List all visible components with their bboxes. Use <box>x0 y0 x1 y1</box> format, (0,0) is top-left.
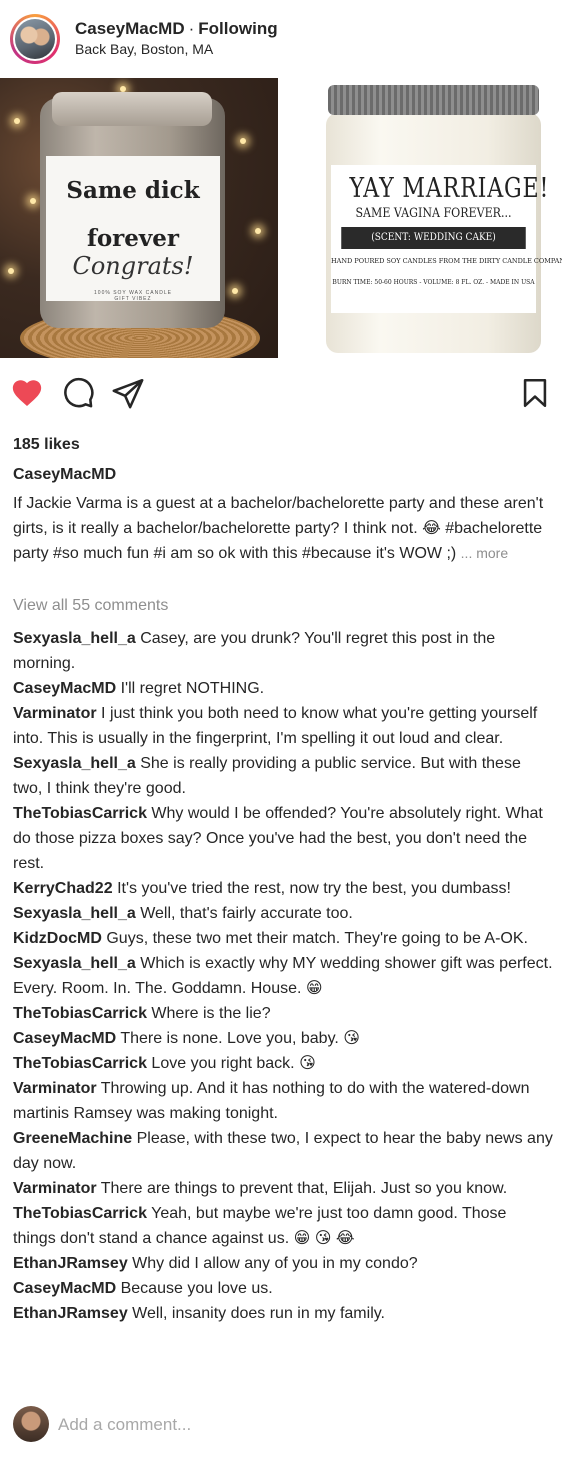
caption-more-link[interactable]: ... more <box>461 545 508 561</box>
separator: · <box>188 19 195 38</box>
comment-text: Why did I allow any of you in my condo? <box>132 1255 418 1272</box>
comment-item: CaseyMacMD I'll regret NOTHING. <box>13 676 553 701</box>
like-button[interactable] <box>10 376 44 410</box>
candle-label-line1: Same dick <box>66 177 200 204</box>
comment-item: Varminator I just think you both need to… <box>13 701 553 751</box>
comment-text: Guys, these two met their match. They're… <box>106 930 528 947</box>
comment-username[interactable]: KidzDocMD <box>13 930 102 947</box>
candle-label: Same dick forever Congrats! 100% SOY WAX… <box>46 156 220 302</box>
comment-username[interactable]: EthanJRamsey <box>13 1305 128 1322</box>
author-avatar[interactable] <box>10 14 60 64</box>
comment-text: Where is the lie? <box>151 1005 271 1022</box>
comment-item: TheTobiasCarrick Love you right back. 😘 <box>13 1051 553 1076</box>
comment-item: TheTobiasCarrick Where is the lie? <box>13 1001 553 1026</box>
view-all-comments-link[interactable]: View all 55 comments <box>13 597 168 615</box>
comment-item: Sexyasla_hell_a She is really providing … <box>13 751 553 801</box>
candle-label-line4: HAND POURED SOY CANDLES FROM THE DIRTY C… <box>331 257 562 265</box>
comment-username[interactable]: CaseyMacMD <box>13 1280 116 1297</box>
comment-item: Varminator Throwing up. And it has nothi… <box>13 1076 553 1126</box>
comment-text: I'll regret NOTHING. <box>120 680 265 697</box>
comment-button[interactable] <box>61 376 95 410</box>
comment-username[interactable]: Varminator <box>13 1080 97 1097</box>
comment-username[interactable]: KerryChad22 <box>13 880 113 897</box>
action-bar <box>0 372 562 416</box>
post-header: CaseyMacMD · Following Back Bay, Boston, M… <box>0 0 562 78</box>
comment-text: Well, insanity does run in my family. <box>132 1305 385 1322</box>
current-user-avatar <box>13 1406 49 1442</box>
comment-item: TheTobiasCarrick Why would I be offended… <box>13 801 553 876</box>
comment-username[interactable]: Varminator <box>13 1180 97 1197</box>
caption-username[interactable]: CaseyMacMD <box>13 466 116 484</box>
add-comment-input[interactable] <box>58 1412 538 1438</box>
comment-username[interactable]: TheTobiasCarrick <box>13 805 147 822</box>
follow-status-button[interactable]: Following <box>198 19 277 38</box>
candle-label-line3: (SCENT: WEDDING CAKE) <box>341 227 526 249</box>
share-button[interactable] <box>111 376 145 410</box>
comment-text: It's you've tried the rest, now try the … <box>117 880 511 897</box>
comment-username[interactable]: TheTobiasCarrick <box>13 1005 147 1022</box>
comment-username[interactable]: TheTobiasCarrick <box>13 1055 147 1072</box>
comment-username[interactable]: Varminator <box>13 705 97 722</box>
add-comment-row <box>0 1404 562 1448</box>
comment-item: Varminator There are things to prevent t… <box>13 1176 553 1201</box>
heart-icon <box>12 380 42 407</box>
candle-label-line3: Congrats! <box>72 252 194 280</box>
post-image-left[interactable]: Same dick forever Congrats! 100% SOY WAX… <box>0 78 278 358</box>
author-line: CaseyMacMD · Following <box>75 19 278 39</box>
candle-label-line5: GIFT VIBEZ <box>114 296 152 302</box>
comment-username[interactable]: CaseyMacMD <box>13 680 116 697</box>
comment-icon <box>64 377 94 408</box>
save-button[interactable] <box>518 376 552 410</box>
author-username[interactable]: CaseyMacMD <box>75 19 185 38</box>
comment-username[interactable]: Sexyasla_hell_a <box>13 955 136 972</box>
candle-label-line2: SAME VAGINA FOREVER... <box>355 206 512 221</box>
comment-username[interactable]: Sexyasla_hell_a <box>13 630 136 647</box>
author-avatar-photo <box>15 19 55 59</box>
comment-text: Well, that's fairly accurate too. <box>140 905 353 922</box>
comment-username[interactable]: GreeneMachine <box>13 1130 132 1147</box>
comment-text: Because you love us. <box>120 1280 273 1297</box>
comment-text: There are things to prevent that, Elijah… <box>100 1180 508 1197</box>
comment-text: There is none. Love you, baby. 😘 <box>120 1030 360 1047</box>
comment-item: KidzDocMD Guys, these two met their matc… <box>13 926 553 951</box>
paper-plane-icon <box>112 378 144 409</box>
comment-item: CaseyMacMD There is none. Love you, baby… <box>13 1026 553 1051</box>
like-count[interactable]: 185 likes <box>13 436 80 454</box>
candle-label-line1: YAY MARRIAGE! <box>349 173 550 204</box>
candle-jar-rim <box>52 92 212 126</box>
post-location[interactable]: Back Bay, Boston, MA <box>75 41 213 57</box>
comment-username[interactable]: Sexyasla_hell_a <box>13 905 136 922</box>
comment-item: KerryChad22 It's you've tried the rest, … <box>13 876 553 901</box>
comment-item: EthanJRamsey Well, insanity does run in … <box>13 1301 553 1326</box>
comment-item: Sexyasla_hell_a Which is exactly why MY … <box>13 951 553 1001</box>
comment-item: TheTobiasCarrick Yeah, but maybe we're j… <box>13 1201 553 1251</box>
comments-list: Sexyasla_hell_a Casey, are you drunk? Yo… <box>13 626 553 1326</box>
comment-item: EthanJRamsey Why did I allow any of you … <box>13 1251 553 1276</box>
comment-text: Love you right back. 😘 <box>151 1055 316 1072</box>
candle-label: YAY MARRIAGE! SAME VAGINA FOREVER... (SC… <box>331 165 562 313</box>
comment-username[interactable]: EthanJRamsey <box>13 1255 128 1272</box>
comment-item: Sexyasla_hell_a Casey, are you drunk? Yo… <box>13 626 553 676</box>
candle-label-line5: BURN TIME: 50-60 HOURS - VOLUME: 8 FL. O… <box>332 279 535 286</box>
post-image-right[interactable]: YAY MARRIAGE! SAME VAGINA FOREVER... (SC… <box>323 85 562 355</box>
bookmark-icon <box>523 378 547 408</box>
caption: If Jackie Varma is a guest at a bachelor… <box>13 491 553 566</box>
comment-username[interactable]: Sexyasla_hell_a <box>13 755 136 772</box>
comment-username[interactable]: CaseyMacMD <box>13 1030 116 1047</box>
comment-item: GreeneMachine Please, with these two, I … <box>13 1126 553 1176</box>
candle-lid <box>328 85 539 115</box>
comment-item: CaseyMacMD Because you love us. <box>13 1276 553 1301</box>
candle-label-line2: forever <box>86 225 180 252</box>
comment-username[interactable]: TheTobiasCarrick <box>13 1205 147 1222</box>
comment-item: Sexyasla_hell_a Well, that's fairly accu… <box>13 901 553 926</box>
